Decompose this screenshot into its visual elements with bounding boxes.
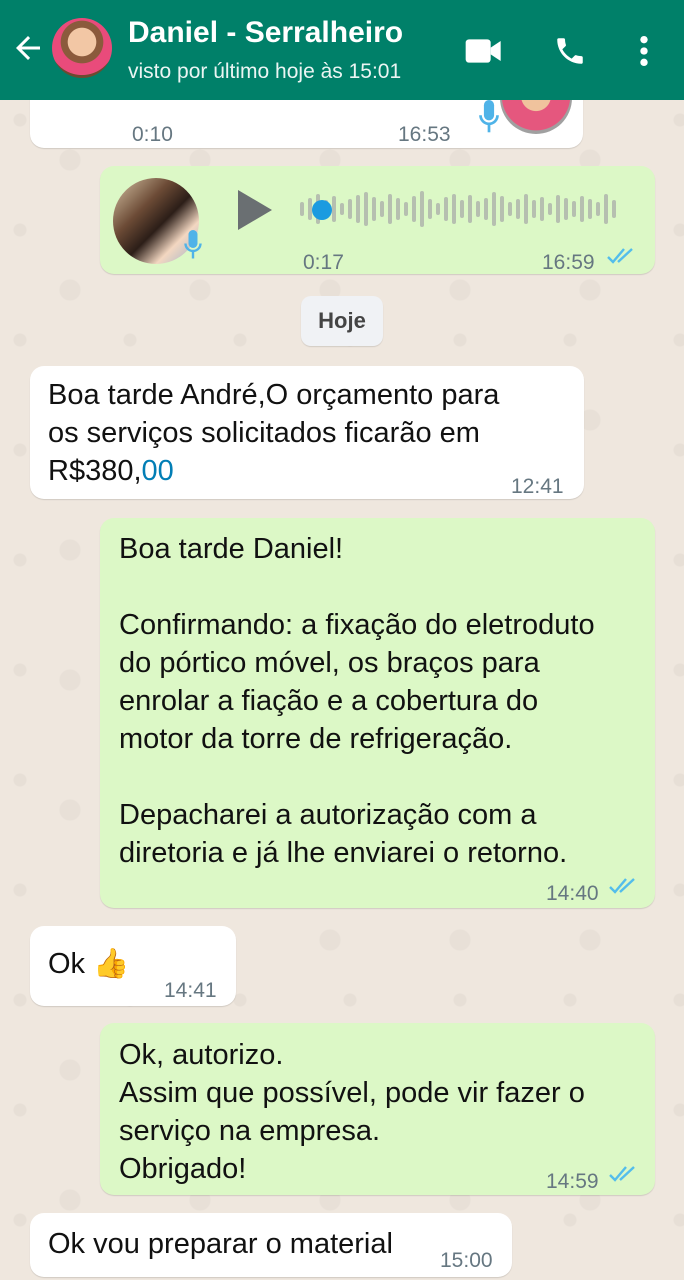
message-text: Ok, autorizo. Assim que possível, pode v…	[119, 1039, 585, 1185]
waveform-bar	[492, 192, 496, 226]
read-ticks-icon	[607, 248, 633, 264]
waveform-bar	[508, 202, 512, 216]
waveform-bar	[532, 200, 536, 218]
waveform-bar	[348, 199, 352, 219]
microphone-icon	[479, 100, 499, 133]
waveform-bar	[612, 200, 616, 218]
outgoing-message[interactable]: Ok, autorizo. Assim que possível, pode v…	[100, 1023, 655, 1195]
waveform-bar	[580, 196, 584, 222]
phone-call-icon[interactable]	[553, 34, 587, 68]
back-arrow-icon[interactable]	[10, 30, 46, 66]
incoming-message[interactable]: Ok 👍 14:41	[30, 926, 236, 1006]
waveform-bar	[500, 196, 504, 222]
waveform-bar	[516, 199, 520, 219]
message-time: 12:41	[511, 475, 564, 498]
waveform-bar	[604, 194, 608, 224]
audio-duration: 0:10	[132, 123, 173, 146]
message-text: Boa tarde André,O orçamento para os serv…	[48, 379, 500, 487]
play-icon[interactable]	[234, 188, 274, 232]
microphone-icon	[184, 230, 202, 259]
last-seen-status: visto por último hoje às 15:01	[128, 60, 402, 83]
waveform-bar	[412, 196, 416, 222]
phone-number-link[interactable]: 00	[142, 455, 174, 487]
waveform-bar	[388, 194, 392, 224]
message-text: Boa tarde Daniel! Confirmando: a fixação…	[119, 533, 595, 869]
playback-position-dot[interactable]	[312, 200, 332, 220]
audio-waveform[interactable]	[300, 186, 630, 232]
outgoing-audio-message[interactable]: 0:17 16:59	[100, 166, 655, 274]
incoming-message[interactable]: Ok vou preparar o material 15:00	[30, 1213, 512, 1277]
waveform-bar	[364, 192, 368, 226]
message-time: 16:53	[398, 123, 451, 146]
waveform-bar	[596, 202, 600, 216]
waveform-bar	[524, 194, 528, 224]
waveform-bar	[452, 194, 456, 224]
waveform-bar	[444, 197, 448, 221]
waveform-bar	[476, 201, 480, 217]
waveform-bar	[372, 197, 376, 221]
waveform-bar	[380, 201, 384, 217]
audio-duration: 0:17	[303, 251, 344, 274]
waveform-bar	[356, 195, 360, 223]
read-ticks-icon	[609, 1166, 635, 1182]
date-divider: Hoje	[301, 296, 383, 346]
incoming-message[interactable]: Boa tarde André,O orçamento para os serv…	[30, 366, 584, 499]
read-ticks-icon	[609, 878, 635, 894]
waveform-bar	[396, 198, 400, 220]
waveform-bar	[588, 199, 592, 219]
waveform-bar	[332, 196, 336, 222]
waveform-bar	[484, 198, 488, 220]
waveform-bar	[564, 198, 568, 220]
waveform-bar	[300, 202, 304, 216]
waveform-bar	[340, 203, 344, 215]
contact-name[interactable]: Daniel - Serralheiro	[128, 16, 403, 50]
waveform-bar	[460, 200, 464, 218]
more-options-icon[interactable]	[636, 34, 652, 68]
video-call-icon[interactable]	[464, 36, 504, 66]
waveform-bar	[404, 202, 408, 216]
waveform-bar	[540, 197, 544, 221]
waveform-bar	[468, 195, 472, 223]
message-time: 14:40	[546, 882, 599, 905]
waveform-bar	[428, 199, 432, 219]
message-time: 14:59	[546, 1170, 599, 1193]
contact-avatar[interactable]	[52, 18, 112, 78]
message-time: 16:59	[542, 251, 595, 274]
waveform-bar	[556, 195, 560, 223]
waveform-bar	[548, 203, 552, 215]
message-time: 14:41	[164, 979, 217, 1002]
waveform-bar	[420, 191, 424, 227]
message-text: Ok vou preparar o material	[48, 1228, 393, 1260]
waveform-bar	[436, 203, 440, 215]
chat-header: Daniel - Serralheiro visto por último ho…	[0, 0, 684, 100]
outgoing-message[interactable]: Boa tarde Daniel! Confirmando: a fixação…	[100, 518, 655, 908]
message-time: 15:00	[440, 1249, 493, 1272]
waveform-bar	[572, 201, 576, 217]
message-text: Ok 👍	[48, 948, 130, 980]
